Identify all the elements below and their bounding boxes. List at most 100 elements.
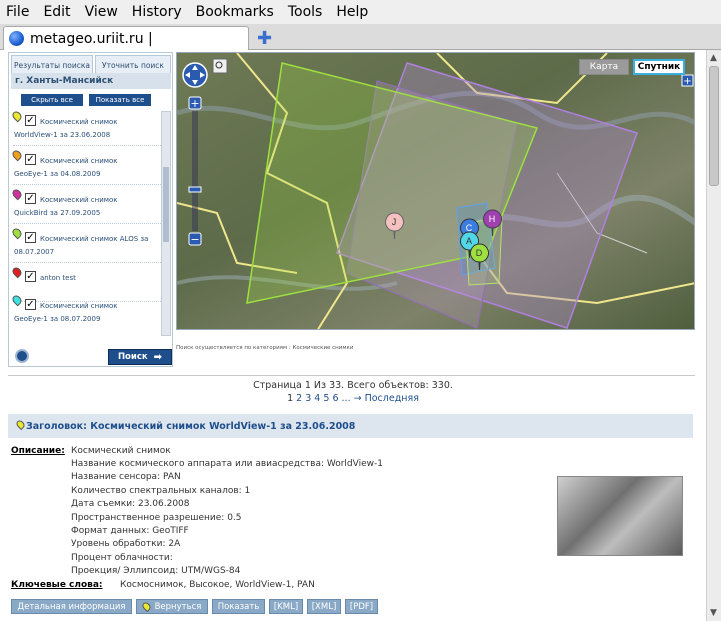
marker-pin-icon — [14, 418, 27, 431]
description-line: Формат данных: GeoTIFF — [71, 526, 189, 536]
svg-text:C: C — [466, 223, 473, 233]
item-title[interactable]: anton test — [40, 271, 76, 285]
page-current: 1 — [287, 393, 294, 404]
item-title[interactable]: Космический снимок ALOS за — [40, 232, 148, 246]
map-type-map-button[interactable]: Карта — [579, 59, 629, 75]
menu-view[interactable]: View — [78, 4, 125, 20]
pager-summary: Страница 1 Из 33. Всего объектов: 330. — [253, 380, 453, 391]
results-panel: Результаты поиска Уточнить поиск г. Хант… — [8, 52, 173, 367]
marker-pin-icon — [10, 109, 24, 123]
item-subtitle[interactable]: QuickBird за 27.09.2005 — [14, 206, 100, 220]
map-canvas[interactable]: J H C A D + − + — [177, 53, 695, 330]
pan-control-icon[interactable] — [182, 62, 208, 88]
checkbox[interactable]: ✓ — [25, 193, 36, 204]
description-line: Процент облачности: — [71, 553, 173, 563]
description-line: Пространственное разрешение: 0.5 — [71, 513, 242, 523]
description-line: Название космического аппарата или авиас… — [71, 459, 383, 469]
globe-icon — [9, 31, 24, 46]
description-line: Количество спектральных каналов: 1 — [71, 486, 251, 496]
svg-text:J: J — [392, 217, 397, 227]
search-button[interactable]: Поиск ➡ — [108, 349, 172, 365]
radio-button[interactable] — [15, 349, 29, 363]
menu-help[interactable]: Help — [329, 4, 375, 20]
map-type-satellite-button[interactable]: Спутник — [633, 59, 685, 75]
svg-text:+: + — [190, 97, 199, 110]
svg-text:D: D — [476, 248, 483, 258]
new-tab-icon[interactable]: ✚ — [257, 28, 272, 49]
item-title[interactable]: Космический снимок — [40, 299, 118, 313]
menu-bar: File Edit View History Bookmarks Tools H… — [0, 0, 721, 24]
item-subtitle[interactable]: 08.07.2007 — [14, 245, 54, 259]
checkbox[interactable]: ✓ — [25, 232, 36, 243]
checkbox[interactable]: ✓ — [25, 299, 36, 310]
page-link[interactable]: 2 — [296, 393, 302, 404]
item-title[interactable]: Космический снимок — [40, 154, 118, 168]
divider — [8, 375, 695, 376]
result-header: Заголовок: Космический снимок WorldView-… — [8, 414, 693, 438]
layer-switcher-icon[interactable]: + — [681, 74, 694, 87]
marker-pin-icon — [10, 148, 24, 162]
menu-tools[interactable]: Tools — [281, 4, 330, 20]
xml-button[interactable]: [XML] — [307, 599, 341, 614]
page-link[interactable]: 3 — [305, 393, 311, 404]
svg-text:A: A — [466, 236, 472, 246]
item-title[interactable]: Космический снимок — [40, 193, 118, 207]
pdf-button[interactable]: [PDF] — [345, 599, 378, 614]
checkbox[interactable]: ✓ — [25, 115, 36, 126]
checkbox[interactable]: ✓ — [25, 271, 36, 282]
keywords-value: Космоснимок, Высокое, WorldView-1, PAN — [120, 580, 315, 590]
description-label: Описание: — [11, 446, 65, 456]
browser-tab[interactable]: metageo.uriit.ru | — [3, 26, 249, 50]
details-button[interactable]: Детальная информация — [11, 599, 132, 614]
tab-refine-search[interactable]: Уточнить поиск — [95, 55, 171, 75]
satellite-map[interactable]: J H C A D + − + Карта Спутник — [176, 52, 695, 330]
marker-pin-icon — [10, 226, 24, 240]
marker-pin-icon — [10, 265, 24, 279]
region-title: г. Ханты-Мансийск — [11, 73, 171, 89]
show-all-button[interactable]: Показать все — [89, 94, 151, 106]
list-scrollbar[interactable] — [161, 111, 171, 336]
preview-thumbnail[interactable] — [557, 476, 683, 556]
show-button[interactable]: Показать — [212, 599, 265, 614]
page-link[interactable]: 6 — [332, 393, 338, 404]
back-button[interactable]: Вернуться — [136, 599, 208, 614]
scroll-down-icon[interactable]: ▼ — [710, 608, 717, 618]
page-link[interactable]: 5 — [323, 393, 329, 404]
description-line: Дата съемки: 23.06.2008 — [71, 499, 190, 509]
item-subtitle[interactable]: WorldView-1 за 23.06.2008 — [14, 128, 110, 142]
result-title: Заголовок: Космический снимок WorldView-… — [26, 420, 356, 432]
search-notice: Поиск осуществляется по категориям : Кос… — [176, 345, 354, 351]
menu-edit[interactable]: Edit — [36, 4, 77, 20]
page-ellipsis: ... — [341, 393, 351, 404]
item-title[interactable]: Космический снимок — [40, 115, 118, 129]
keywords-label: Ключевые слова: — [11, 580, 103, 590]
page-scrollbar[interactable]: ▲ ▼ — [706, 50, 721, 621]
tab-search-results[interactable]: Результаты поиска — [11, 55, 93, 75]
menu-history[interactable]: History — [125, 4, 189, 20]
zoom-box-icon[interactable] — [212, 58, 228, 74]
description-line: Уровень обработки: 2A — [71, 539, 181, 549]
arrow-right-icon: ➡ — [153, 351, 163, 363]
tab-bar: metageo.uriit.ru | ✚ — [0, 24, 721, 50]
svg-text:−: − — [190, 233, 199, 246]
menu-bookmarks[interactable]: Bookmarks — [189, 4, 281, 20]
hide-all-button[interactable]: Скрыть все — [21, 94, 83, 106]
description-line: Проекция/ Эллипсоид: UTM/WGS-84 — [71, 566, 241, 576]
checkbox[interactable]: ✓ — [25, 154, 36, 165]
menu-file[interactable]: File — [0, 4, 36, 20]
description-line: Космический снимок — [71, 446, 171, 456]
marker-pin-icon — [140, 600, 152, 613]
page-viewport: Результаты поиска Уточнить поиск г. Хант… — [0, 50, 706, 621]
marker-pin-icon — [10, 293, 24, 307]
item-subtitle[interactable]: GeoEye-1 за 08.07.2009 — [14, 312, 100, 326]
marker-pin-icon — [10, 187, 24, 201]
item-subtitle[interactable]: GeoEye-1 за 04.08.2009 — [14, 167, 100, 181]
scroll-up-icon[interactable]: ▲ — [710, 53, 717, 63]
kml-button[interactable]: [KML] — [269, 599, 303, 614]
svg-text:+: + — [683, 76, 691, 87]
scroll-thumb[interactable] — [709, 66, 719, 186]
svg-text:H: H — [489, 214, 496, 224]
page-link[interactable]: 4 — [314, 393, 320, 404]
description-line: Название сенсора: PAN — [71, 472, 181, 482]
page-last-link[interactable]: → Последняя — [354, 393, 419, 404]
